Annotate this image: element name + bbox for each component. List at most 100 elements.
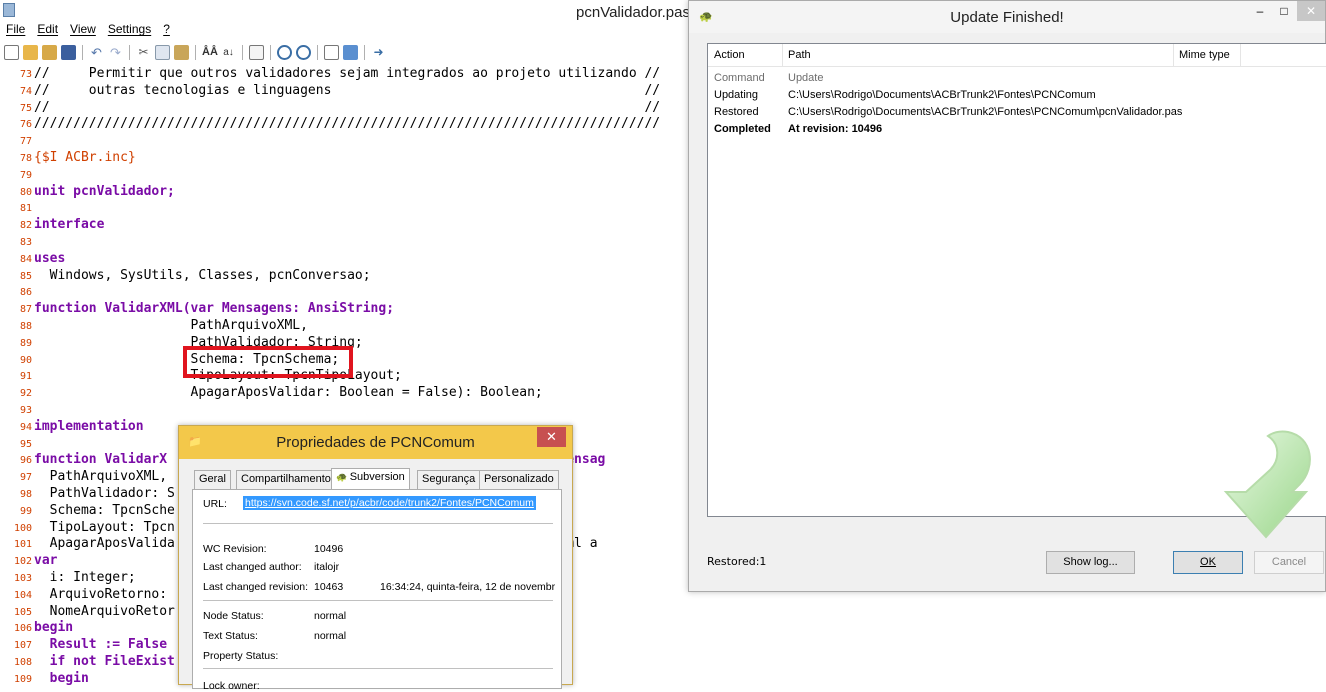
copy-icon[interactable] [155,44,170,60]
text-status-value: normal [314,630,347,642]
line-number: 90 [19,354,32,366]
code-line[interactable]: 87 function ValidarXML(var Mensagens: Ans… [0,301,700,318]
row-action: Updating [714,89,759,101]
list-item[interactable]: Completed At revision: 10496 [708,121,1326,138]
list-item[interactable]: Restored C:\Users\Rodrigo\Documents\ACBrT… [708,104,1326,121]
line-text: unit pcnValidador; [34,183,175,199]
word-wrap-icon[interactable] [324,44,339,60]
code-line[interactable]: 74// outras tecnologias e linguagens // [0,83,700,100]
code-line[interactable]: 79 [0,167,700,184]
editor-title: pcnValidador.pas [576,4,690,21]
cut-icon[interactable]: ✂ [136,45,151,60]
exit-icon[interactable]: ➜ [371,45,386,60]
code-line[interactable]: 81 [0,200,700,217]
code-line[interactable]: 78 {$I ACBr.inc} [0,150,700,167]
line-number: 91 [19,371,32,383]
line-number: 82 [19,220,32,232]
replace-icon[interactable]: a↓ [221,45,236,60]
go-to-icon[interactable] [249,44,264,60]
tab-compartilhamento[interactable]: Compartilhamento [236,470,336,489]
tab-personalizado[interactable]: Personalizado [479,470,559,489]
undo-icon[interactable]: ↶ [89,45,104,60]
menu-help[interactable]: ? [163,22,170,36]
open-folder-icon[interactable] [23,44,38,60]
column-path[interactable]: Path [788,49,811,61]
line-number: 104 [13,589,32,601]
ok-button[interactable]: OK [1173,551,1243,574]
cancel-button[interactable]: Cancel [1254,551,1324,574]
code-line[interactable]: 77 [0,133,700,150]
code-line[interactable]: 84 uses [0,251,700,268]
line-number: 98 [19,488,32,500]
line-number: 89 [19,337,32,349]
last-author-value: italojr [314,561,340,573]
line-number: 79 [19,169,32,181]
menu-file[interactable]: File [6,22,25,36]
tab-seguranca[interactable]: Segurança [417,470,481,489]
editor-toolbar: ↶ ↷ ✂ ÅÅ a↓ ➜ [0,41,700,63]
code-line[interactable]: 75// // [0,100,700,117]
line-text: ArquivoRetorno: [34,586,168,602]
minimize-button[interactable]: – [1249,1,1271,21]
redo-icon[interactable]: ↷ [108,45,123,60]
reopen-icon[interactable] [42,44,57,60]
line-number: 87 [19,304,32,316]
line-number: 76 [19,119,32,131]
line-number: 85 [19,270,32,282]
menu-edit[interactable]: Edit [37,22,58,36]
tab-geral[interactable]: Geral [194,470,231,489]
close-button[interactable]: ✕ [1297,1,1325,21]
zoom-out-icon[interactable] [296,44,311,60]
properties-close-button[interactable]: ✕ [537,427,566,447]
update-results-list[interactable]: Action Path Mime type Command Update Updat… [707,43,1326,539]
line-text: implementation [34,418,144,434]
row-path: Update [788,72,824,84]
line-number: 74 [19,85,32,97]
last-rev-date: 16:34:24, quinta-feira, 12 de novembro [380,581,555,593]
wc-revision-label: WC Revision: [203,543,267,555]
update-finished-dialog: 🐢 Update Finished! – □ ✕ Action Path Mim… [688,0,1326,592]
line-number: 92 [19,388,32,400]
column-action[interactable]: Action [714,49,745,61]
code-line[interactable]: 93 [0,402,700,419]
new-file-icon[interactable] [4,44,19,60]
code-line[interactable]: 88 PathArquivoXML, [0,318,700,335]
line-text: i: Integer; [34,569,136,585]
line-number: 86 [19,287,32,299]
line-number: 93 [19,404,32,416]
row-path: C:\Users\Rodrigo\Documents\ACBrTrunk2\Fo… [788,89,1096,101]
code-line[interactable]: 73// Permitir que outros validadores sej… [0,66,700,83]
line-text: // outras tecnologias e linguagens // [34,82,661,98]
zoom-in-icon[interactable] [277,44,292,60]
show-log-button[interactable]: Show log... [1046,551,1135,574]
edit-icon[interactable] [343,44,358,60]
code-line[interactable]: 82 interface [0,217,700,234]
menu-settings[interactable]: Settings [108,22,151,36]
code-line[interactable]: 85 Windows, SysUtils, Classes, pcnConver… [0,268,700,285]
paste-icon[interactable] [174,44,189,60]
code-line[interactable]: 92 ApagarAposValidar: Boolean = False): … [0,385,700,402]
code-line[interactable]: 76//////////////////////////////////////… [0,116,700,133]
maximize-button[interactable]: □ [1273,1,1295,21]
subversion-panel: URL: https://svn.code.sf.net/p/acbr/code… [192,489,562,692]
code-line[interactable]: 80 unit pcnValidador; [0,184,700,201]
line-number: 102 [13,556,32,568]
code-line[interactable]: 86 [0,284,700,301]
line-number: 103 [13,572,32,584]
list-item[interactable]: Updating C:\Users\Rodrigo\Documents\ACBrT… [708,87,1326,104]
last-rev-label: Last changed revision: [203,581,309,593]
line-number: 95 [19,438,32,450]
notepad-app-icon[interactable] [3,3,15,17]
url-value[interactable]: https://svn.code.sf.net/p/acbr/code/trun… [243,496,536,510]
code-line[interactable]: 83 [0,234,700,251]
column-mime-type[interactable]: Mime type [1179,49,1230,61]
url-label: URL: [203,498,227,510]
find-icon[interactable]: ÅÅ [202,45,218,60]
line-text: Schema: TpcnSche [34,502,175,518]
tab-subversion[interactable]: 🐢 Subversion [331,468,410,490]
save-icon[interactable] [61,44,76,60]
node-status-value: normal [314,610,347,622]
list-item[interactable]: Command Update [708,70,1326,87]
line-text: NomeArquivoRetor [34,603,175,619]
menu-view[interactable]: View [70,22,96,36]
